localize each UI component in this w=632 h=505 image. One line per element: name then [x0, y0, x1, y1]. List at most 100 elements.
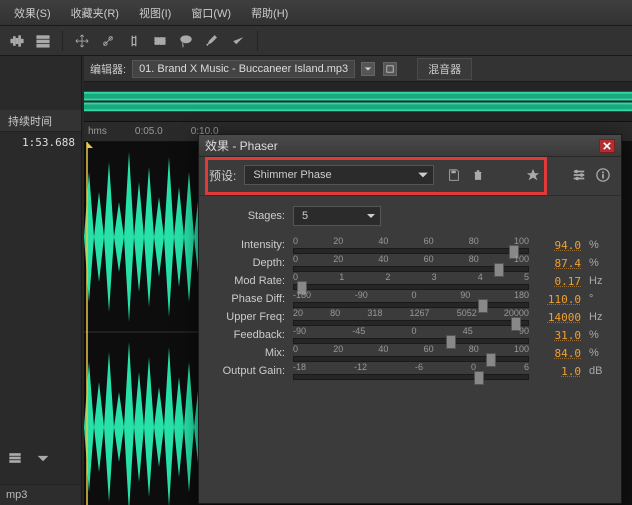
slider-tick-label: 90 — [460, 290, 470, 300]
slider-track[interactable] — [293, 374, 529, 380]
param-value[interactable]: 84.0 — [537, 347, 581, 360]
heal-tool-icon[interactable] — [227, 30, 249, 52]
dialog-close-button[interactable] — [599, 139, 615, 153]
dialog-title: 效果 - Phaser — [205, 137, 278, 154]
slider-tick-label: 0 — [411, 290, 416, 300]
slider-tick-label: 20 — [333, 236, 343, 246]
lasso-tool-icon[interactable] — [175, 30, 197, 52]
slider-tick-label: -90 — [293, 326, 306, 336]
param-unit: ° — [589, 293, 605, 305]
slider-tick-label: 1 — [339, 272, 344, 282]
editor-bar: 编辑器: 01. Brand X Music - Buccaneer Islan… — [84, 56, 632, 82]
param-row: Mix:02040608010084.0% — [211, 344, 609, 362]
slider-thumb[interactable] — [474, 371, 484, 385]
preset-dropdown[interactable]: Shimmer Phase — [244, 165, 434, 185]
slider-ticks: 012345 — [293, 272, 529, 282]
param-value[interactable]: 0.17 — [537, 275, 581, 288]
slider-ticks: -90-4504590 — [293, 326, 529, 336]
tool-multitrack-icon[interactable] — [32, 30, 54, 52]
razor-tool-icon[interactable] — [97, 30, 119, 52]
preset-row: 预设: Shimmer Phase — [199, 157, 621, 196]
param-row: Output Gain:-18-12-6061.0dB — [211, 362, 609, 380]
param-slider[interactable]: -18-12-606 — [293, 362, 529, 380]
save-preset-icon[interactable] — [446, 167, 462, 183]
slider-tick-label: 5052 — [457, 308, 477, 318]
stages-dropdown[interactable]: 5 — [293, 206, 381, 226]
stages-label: Stages: — [211, 210, 285, 222]
slider-tick-label: 20 — [333, 344, 343, 354]
param-value[interactable]: 110.0 — [537, 293, 581, 306]
editor-file-tab[interactable]: 01. Brand X Music - Buccaneer Island.mp3 — [132, 60, 355, 78]
param-slider[interactable]: 020406080100 — [293, 236, 529, 254]
marquee-tool-icon[interactable] — [149, 30, 171, 52]
param-row: Feedback:-90-450459031.0% — [211, 326, 609, 344]
param-label: Mod Rate: — [211, 275, 285, 287]
panel-menu-icon[interactable] — [32, 447, 54, 469]
params-area: Stages: 5 Intensity:02040608010094.0%Dep… — [199, 196, 621, 386]
param-value[interactable]: 1.0 — [537, 365, 581, 378]
slider-tick-label: 80 — [469, 344, 479, 354]
param-value[interactable]: 31.0 — [537, 329, 581, 342]
param-label: Output Gain: — [211, 365, 285, 377]
settings-icon[interactable] — [571, 167, 587, 183]
ruler-label: hms — [88, 126, 107, 137]
move-tool-icon[interactable] — [71, 30, 93, 52]
slider-tick-label: 6 — [524, 362, 529, 372]
dialog-titlebar[interactable]: 效果 - Phaser — [199, 135, 621, 157]
duration-value: 1:53.688 — [0, 132, 81, 153]
slider-tick-label: 0 — [411, 326, 416, 336]
editor-dropdown-button[interactable] — [361, 62, 375, 76]
param-unit: % — [589, 239, 605, 251]
time-select-icon[interactable] — [123, 30, 145, 52]
editor-filename: 01. Brand X Music - Buccaneer Island.mp3 — [139, 63, 348, 75]
file-extension-label: mp3 — [6, 489, 27, 501]
param-slider[interactable]: 020406080100 — [293, 344, 529, 362]
stages-value: 5 — [302, 210, 308, 222]
slider-tick-label: 318 — [367, 308, 382, 318]
waveform-overview[interactable] — [84, 82, 632, 122]
preset-value: Shimmer Phase — [253, 169, 331, 181]
slider-tick-label: 45 — [463, 326, 473, 336]
slider-ticks: 020406080100 — [293, 236, 529, 246]
slider-tick-label: -12 — [354, 362, 367, 372]
slider-tick-label: -90 — [355, 290, 368, 300]
favorite-icon[interactable] — [525, 167, 541, 183]
slider-tick-label: 20 — [333, 254, 343, 264]
param-slider[interactable]: 020406080100 — [293, 254, 529, 272]
param-unit: % — [589, 329, 605, 341]
slider-tick-label: 4 — [478, 272, 483, 282]
menu-help[interactable]: 帮助(H) — [243, 2, 296, 24]
list-toggle-icon[interactable] — [4, 447, 26, 469]
param-value[interactable]: 14000 — [537, 311, 581, 324]
menu-bar: 效果(S) 收藏夹(R) 视图(I) 窗口(W) 帮助(H) — [0, 0, 632, 26]
duration-title: 持续时间 — [0, 110, 81, 132]
param-slider[interactable]: 20803181267505220000 — [293, 308, 529, 326]
mixer-tab[interactable]: 混音器 — [417, 58, 472, 80]
editor-recent-button[interactable] — [383, 62, 397, 76]
slider-tick-label: 1267 — [410, 308, 430, 318]
slider-tick-label: 20 — [293, 308, 303, 318]
left-panel: 持续时间 1:53.688 mp3 — [0, 56, 82, 505]
slider-ticks: -18-12-606 — [293, 362, 529, 372]
tool-waveform-icon[interactable] — [6, 30, 28, 52]
param-unit: % — [589, 257, 605, 269]
param-slider[interactable]: -90-4504590 — [293, 326, 529, 344]
menu-effects[interactable]: 效果(S) — [6, 2, 59, 24]
param-label: Intensity: — [211, 239, 285, 251]
param-unit: Hz — [589, 275, 605, 287]
toolbar — [0, 26, 632, 56]
slider-tick-label: -180 — [293, 290, 311, 300]
menu-view[interactable]: 视图(I) — [131, 2, 179, 24]
slider-tick-label: -45 — [352, 326, 365, 336]
param-value[interactable]: 94.0 — [537, 239, 581, 252]
param-value[interactable]: 87.4 — [537, 257, 581, 270]
param-row: Upper Freq:2080318126750522000014000Hz — [211, 308, 609, 326]
info-icon[interactable] — [595, 167, 611, 183]
delete-preset-icon[interactable] — [470, 167, 486, 183]
brush-tool-icon[interactable] — [201, 30, 223, 52]
param-slider[interactable]: -180-90090180 — [293, 290, 529, 308]
menu-favorites[interactable]: 收藏夹(R) — [63, 2, 127, 24]
param-slider[interactable]: 012345 — [293, 272, 529, 290]
slider-ticks: -180-90090180 — [293, 290, 529, 300]
menu-window[interactable]: 窗口(W) — [183, 2, 239, 24]
